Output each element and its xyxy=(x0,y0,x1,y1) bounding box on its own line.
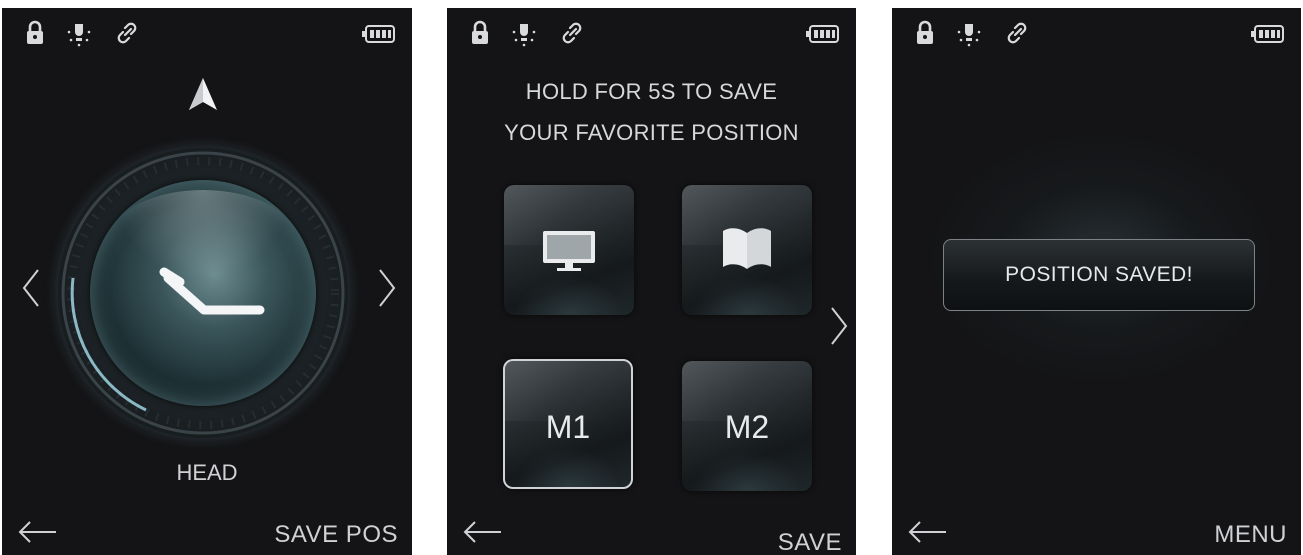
lock-icon xyxy=(917,20,933,44)
move-up-arrow-icon[interactable] xyxy=(187,76,219,112)
head-adjust-screen: HEAD SAVE POS xyxy=(2,8,412,555)
save-button[interactable]: SAVE xyxy=(778,527,842,555)
dial-label: HEAD xyxy=(176,460,238,485)
chevron-right-icon[interactable] xyxy=(376,266,398,310)
m2-label: M2 xyxy=(724,409,770,445)
menu-button[interactable]: MENU xyxy=(1214,519,1287,551)
status-bar xyxy=(892,16,1301,50)
link-icon xyxy=(117,22,137,44)
back-arrow-icon[interactable] xyxy=(906,519,950,545)
link-icon xyxy=(1007,22,1027,44)
save-favorite-screen: HOLD FOR 5S TO SAVE YOUR FAVORITE POSITI… xyxy=(447,8,856,555)
lock-icon xyxy=(472,20,488,44)
instruction-line-1: HOLD FOR 5S TO SAVE xyxy=(525,79,778,104)
chevron-left-icon[interactable] xyxy=(20,266,42,310)
preset-m1-tile[interactable]: M1 xyxy=(503,359,633,489)
dial-knob xyxy=(90,180,316,406)
battery-icon xyxy=(1251,25,1284,43)
saved-confirmation-screen: POSITION SAVED! MENU xyxy=(892,8,1301,555)
battery-icon xyxy=(806,25,839,43)
book-icon xyxy=(723,228,771,269)
bulb-icon xyxy=(957,24,981,47)
status-bar xyxy=(447,16,856,50)
position-saved-toast: POSITION SAVED! xyxy=(943,239,1255,311)
bulb-icon xyxy=(512,24,536,47)
position-dial[interactable] xyxy=(58,148,348,438)
m1-label: M1 xyxy=(545,409,591,445)
chevron-right-icon[interactable] xyxy=(828,304,850,348)
instruction-line-2: YOUR FAVORITE POSITION xyxy=(504,120,799,145)
back-arrow-icon[interactable] xyxy=(461,519,505,545)
lock-icon xyxy=(27,20,43,44)
bed-head-icon xyxy=(159,267,265,315)
preset-tv-tile[interactable] xyxy=(504,185,634,315)
link-icon xyxy=(562,22,582,44)
back-arrow-icon[interactable] xyxy=(16,519,60,545)
status-bar xyxy=(2,16,412,50)
tv-icon xyxy=(543,231,595,271)
save-pos-button[interactable]: SAVE POS xyxy=(274,519,398,551)
bulb-icon xyxy=(67,24,91,47)
preset-m2-tile[interactable]: M2 xyxy=(682,361,812,491)
preset-read-tile[interactable] xyxy=(682,185,812,315)
battery-icon xyxy=(362,25,395,43)
